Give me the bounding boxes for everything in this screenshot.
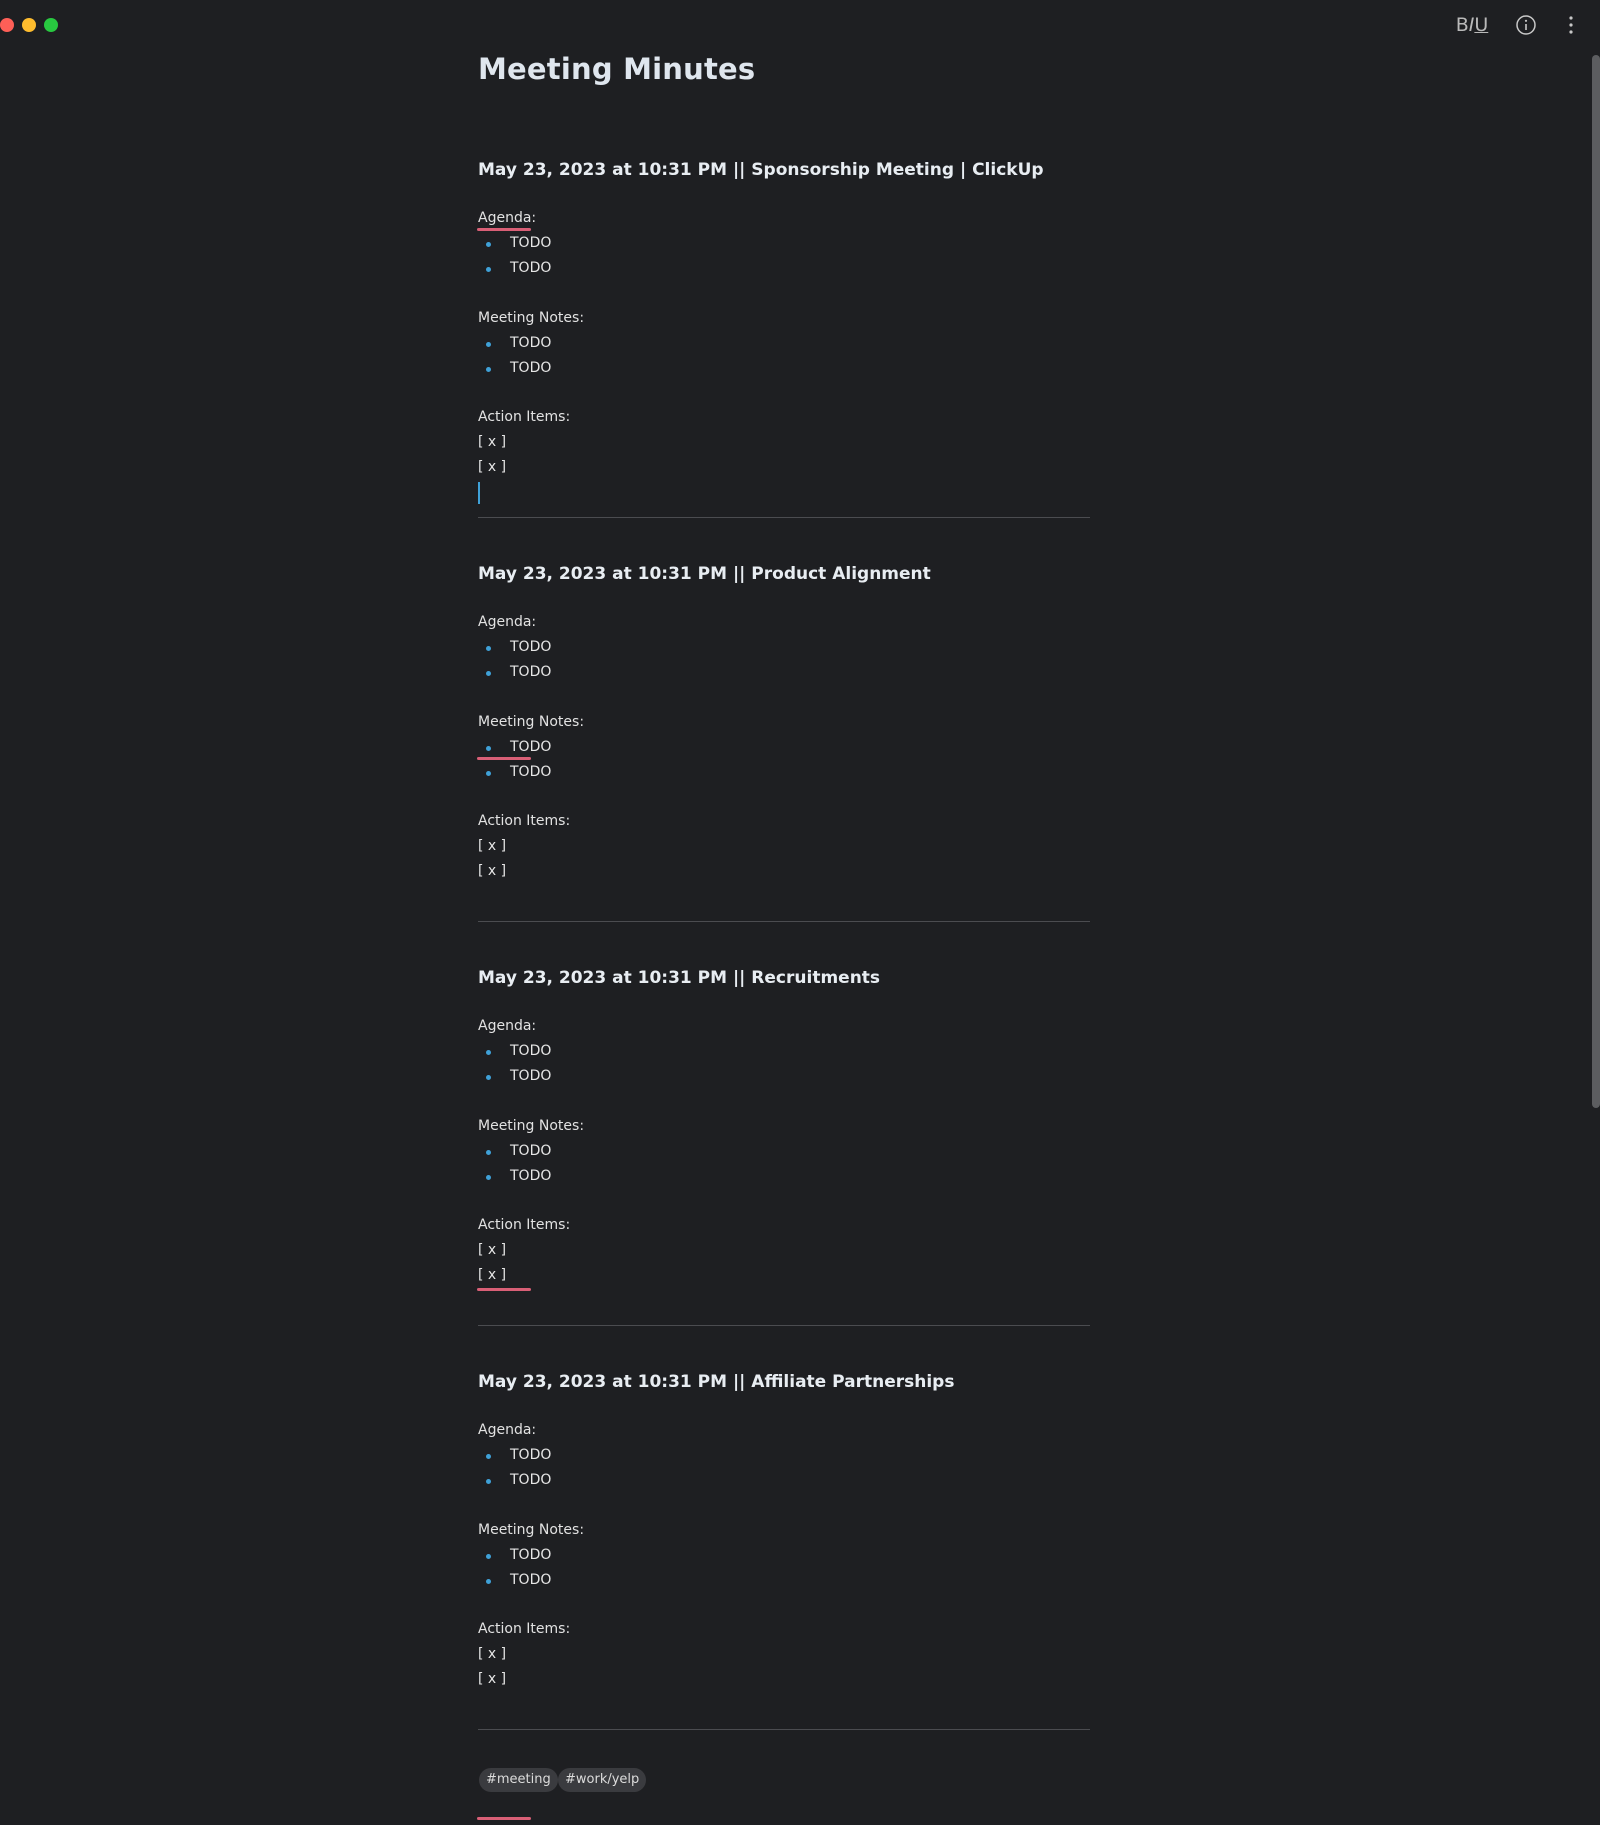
section-heading[interactable]: May 23, 2023 at 10:31 PM || Recruitments (478, 968, 880, 988)
close-window-button[interactable] (0, 18, 14, 32)
action-item[interactable]: [ x ] (478, 434, 506, 450)
bullet-icon (486, 242, 491, 247)
bullet-icon (486, 1554, 491, 1559)
text-format-button[interactable]: BIU (1450, 12, 1494, 38)
meeting-notes-label[interactable]: Meeting Notes: (478, 714, 584, 730)
action-item[interactable]: [ x ] (478, 1242, 506, 1258)
action-item[interactable]: [ x ] (478, 1267, 506, 1283)
scrollbar-thumb[interactable] (1592, 55, 1600, 1108)
list-item[interactable]: TODO (478, 1547, 678, 1569)
list-item[interactable]: TODO (478, 1168, 678, 1190)
list-item[interactable]: TODO (478, 1572, 678, 1594)
section-heading[interactable]: May 23, 2023 at 10:31 PM || Sponsorship … (478, 160, 1044, 180)
divider (478, 1325, 1090, 1326)
bullet-icon (486, 1454, 491, 1459)
list-item[interactable]: TODO (478, 235, 678, 257)
tag-work-yelp[interactable]: #work/yelp (558, 1768, 647, 1792)
list-item[interactable]: TODO (478, 639, 678, 661)
bullet-icon (486, 1075, 491, 1080)
bullet-icon (486, 746, 491, 751)
bullet-icon (486, 1479, 491, 1484)
list-item[interactable]: TODO (478, 1068, 678, 1090)
divider (478, 517, 1090, 518)
bullet-icon (486, 1175, 491, 1180)
list-item[interactable]: TODO (478, 1447, 678, 1469)
agenda-label[interactable]: Agenda: (478, 210, 536, 226)
agenda-label[interactable]: Agenda: (478, 614, 536, 630)
action-item[interactable]: [ x ] (478, 838, 506, 854)
underline-icon: U (1474, 14, 1489, 36)
action-item[interactable]: [ x ] (478, 1646, 506, 1662)
note-title[interactable]: Meeting Minutes (478, 52, 755, 86)
list-item[interactable]: TODO (478, 1143, 678, 1165)
action-items-label[interactable]: Action Items: (478, 1621, 570, 1637)
action-item[interactable]: [ x ] (478, 863, 506, 879)
list-item[interactable]: TODO (478, 1472, 678, 1494)
list-item[interactable]: TODO (478, 360, 678, 382)
spellcheck-underline (477, 1817, 531, 1820)
meeting-notes-label[interactable]: Meeting Notes: (478, 1118, 584, 1134)
list-item[interactable]: TODO (478, 1043, 678, 1065)
bold-icon: B (1455, 14, 1469, 36)
action-item[interactable]: [ x ] (478, 459, 506, 475)
spellcheck-underline (477, 757, 531, 760)
divider (478, 1729, 1090, 1730)
bullet-icon (486, 671, 491, 676)
bullet-icon (486, 267, 491, 272)
action-item[interactable]: [ x ] (478, 1671, 506, 1687)
bullet-icon (486, 367, 491, 372)
spellcheck-underline (477, 228, 531, 231)
meeting-notes-label[interactable]: Meeting Notes: (478, 1522, 584, 1538)
tag-meeting[interactable]: #meeting (479, 1768, 558, 1792)
bullet-icon (486, 1050, 491, 1055)
zoom-window-button[interactable] (44, 18, 58, 32)
more-options-icon[interactable] (1560, 14, 1582, 36)
minimize-window-button[interactable] (22, 18, 36, 32)
bullet-icon (486, 771, 491, 776)
list-item[interactable]: TODO (478, 260, 678, 282)
agenda-label[interactable]: Agenda: (478, 1422, 536, 1438)
agenda-label[interactable]: Agenda: (478, 1018, 536, 1034)
spellcheck-underline (477, 1288, 531, 1291)
info-icon[interactable] (1515, 14, 1537, 36)
bullet-icon (486, 1579, 491, 1584)
list-item[interactable]: TODO (478, 764, 678, 786)
bullet-icon (486, 1150, 491, 1155)
text-cursor (478, 482, 480, 504)
action-items-label[interactable]: Action Items: (478, 409, 570, 425)
bullet-icon (486, 342, 491, 347)
action-items-label[interactable]: Action Items: (478, 813, 570, 829)
section-heading[interactable]: May 23, 2023 at 10:31 PM || Affiliate Pa… (478, 1372, 954, 1392)
list-item[interactable]: TODO (478, 664, 678, 686)
action-items-label[interactable]: Action Items: (478, 1217, 570, 1233)
list-item[interactable]: TODO (478, 335, 678, 357)
bullet-icon (486, 646, 491, 651)
divider (478, 921, 1090, 922)
section-heading[interactable]: May 23, 2023 at 10:31 PM || Product Alig… (478, 564, 931, 584)
meeting-notes-label[interactable]: Meeting Notes: (478, 310, 584, 326)
